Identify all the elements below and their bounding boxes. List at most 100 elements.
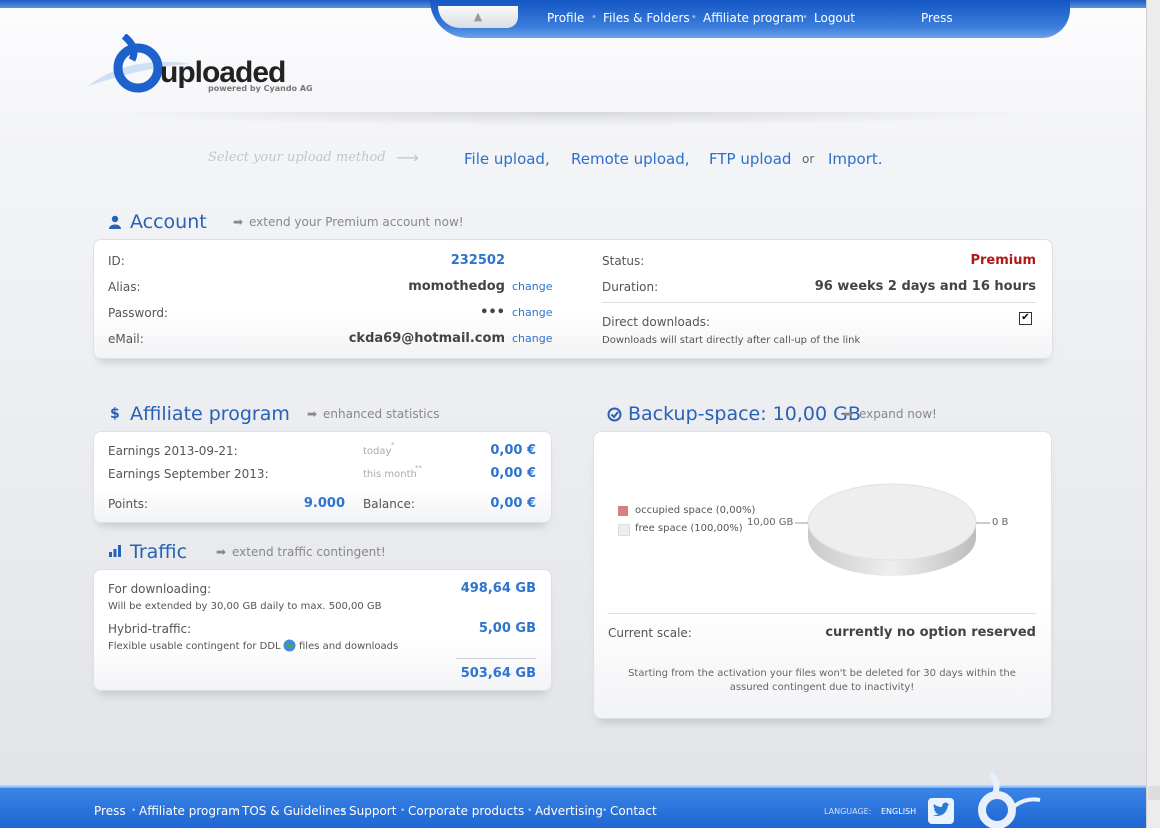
arrow-icon: ➡	[233, 215, 244, 229]
arrow-icon: ➡	[216, 545, 227, 559]
logo-subtitle: powered by Cyando AG	[208, 84, 313, 93]
current-scale-label: Current scale:	[608, 626, 692, 640]
downloading-label: For downloading:	[108, 582, 212, 596]
status-label: Status:	[602, 254, 645, 268]
direct-downloads-checkbox[interactable]: ✔	[1019, 312, 1032, 325]
language-label: LANGUAGE:	[824, 807, 872, 816]
expand-now-link[interactable]: expand now!	[859, 407, 937, 421]
divider	[456, 658, 536, 659]
duration-value: 96 weeks 2 days and 16 hours	[814, 279, 1036, 294]
pie-slice-free	[807, 483, 977, 561]
arrow-right-icon: ⟶	[396, 148, 419, 167]
hybrid-label: Hybrid-traffic:	[108, 622, 192, 636]
alias-label: Alias:	[108, 280, 141, 294]
upload-method-prompt: Select your upload method	[208, 150, 386, 165]
remote-upload-link[interactable]: Remote upload,	[571, 150, 690, 168]
today-label: today	[363, 446, 392, 457]
extend-traffic-link[interactable]: extend traffic contingent!	[232, 545, 386, 559]
earnings-month-value: 0,00 €	[490, 466, 536, 481]
email-label: eMail:	[108, 332, 144, 346]
arrow-icon: ➡	[843, 407, 854, 421]
enhanced-statistics-link[interactable]: enhanced statistics	[323, 407, 439, 421]
legend-occupied-swatch	[618, 506, 628, 516]
footer-tos[interactable]: TOS & Guidelines	[242, 804, 347, 818]
footer-separator: •	[131, 806, 137, 816]
legend-free-label: free space (100,00%)	[635, 523, 743, 534]
divider	[602, 302, 1036, 303]
footer-separator: •	[602, 806, 608, 816]
or-text: or	[802, 152, 815, 166]
status-value: Premium	[970, 253, 1036, 268]
nav-files-folders[interactable]: Files & Folders	[603, 11, 690, 25]
footer-separator: •	[234, 806, 240, 816]
nav-profile[interactable]: Profile	[547, 11, 584, 25]
pie-label-free: 10,00 GB	[747, 517, 794, 528]
footer-logo-icon	[978, 771, 1041, 828]
earnings-day-value: 0,00 €	[490, 443, 536, 458]
extend-premium-link[interactable]: extend your Premium account now!	[249, 215, 464, 229]
footer-corporate[interactable]: Corporate products	[408, 804, 524, 818]
scroll-top-button[interactable]: ▲	[438, 6, 518, 28]
ftp-upload-link[interactable]: FTP upload	[709, 150, 791, 168]
duration-label: Duration:	[602, 280, 659, 294]
downloading-note: Will be extended by 30,00 GB daily to ma…	[108, 601, 382, 612]
hybrid-note: Flexible usable contingent for DDL	[108, 641, 281, 652]
current-scale-value: currently no option reserved	[825, 625, 1036, 640]
bar-chart-icon	[109, 545, 121, 557]
nav-press[interactable]: Press	[921, 11, 953, 25]
backup-note: Starting from the activation your files …	[628, 668, 1016, 693]
footer-affiliate[interactable]: Affiliate program	[139, 804, 240, 818]
hybrid-value: 5,00 GB	[478, 621, 536, 636]
pie-label-occupied: 0 B	[992, 517, 1009, 528]
import-link[interactable]: Import.	[828, 150, 883, 168]
divider	[608, 613, 1036, 614]
nav-separator: •	[802, 12, 808, 23]
footer-support[interactable]: Support	[349, 804, 396, 818]
footer-contact[interactable]: Contact	[610, 804, 657, 818]
file-upload-link[interactable]: File upload,	[464, 150, 550, 168]
language-selector[interactable]: ENGLISH	[881, 807, 916, 816]
scroll-down-button[interactable]	[1148, 786, 1160, 800]
nav-affiliate[interactable]: Affiliate program	[703, 11, 804, 25]
email-value: ckda69@hotmail.com	[348, 331, 505, 346]
header-divider	[92, 112, 1052, 126]
points-value: 9.000	[303, 496, 345, 511]
footer-advertising[interactable]: Advertising	[535, 804, 603, 818]
user-icon	[109, 215, 121, 229]
downloading-value: 498,64 GB	[460, 581, 536, 596]
account-title: Account	[130, 211, 207, 233]
change-password-link[interactable]: change	[512, 306, 552, 319]
hybrid-note-end: files and downloads	[299, 641, 399, 652]
traffic-title: Traffic	[130, 541, 188, 563]
nav-separator: •	[591, 12, 597, 23]
legend-free-swatch	[618, 524, 630, 536]
earnings-day-label: Earnings 2013-09-21:	[108, 444, 238, 458]
id-label: ID:	[108, 254, 125, 268]
password-value: •••	[480, 305, 505, 320]
footer-press[interactable]: Press	[94, 804, 126, 818]
change-alias-link[interactable]: change	[512, 280, 552, 293]
twitter-icon[interactable]	[928, 798, 954, 824]
footer-separator: •	[400, 806, 406, 816]
traffic-total: 503,64 GB	[460, 666, 536, 681]
globe-icon	[283, 639, 296, 652]
id-value: 232502	[450, 253, 505, 268]
footer-separator: •	[341, 806, 347, 816]
check-circle-icon	[607, 407, 622, 422]
balance-label: Balance:	[363, 497, 415, 511]
backup-pie-chart	[795, 483, 990, 576]
this-month-label: this month	[363, 469, 417, 480]
month-footnote: **	[415, 464, 422, 472]
affiliate-title: Affiliate program	[130, 403, 290, 425]
scrollbar[interactable]	[1146, 0, 1160, 828]
direct-downloads-note: Downloads will start directly after call…	[602, 335, 861, 346]
change-email-link[interactable]: change	[512, 332, 552, 345]
nav-separator: •	[691, 12, 697, 23]
arrow-icon: ➡	[307, 407, 318, 421]
up-arrow-icon: ▲	[473, 10, 483, 23]
nav-logout[interactable]: Logout	[814, 11, 855, 25]
footer-separator: •	[527, 806, 533, 816]
backup-title: Backup-space: 10,00 GB	[628, 403, 861, 425]
legend-occupied-label: occupied space (0,00%)	[635, 505, 756, 516]
today-footnote: *	[391, 441, 395, 449]
